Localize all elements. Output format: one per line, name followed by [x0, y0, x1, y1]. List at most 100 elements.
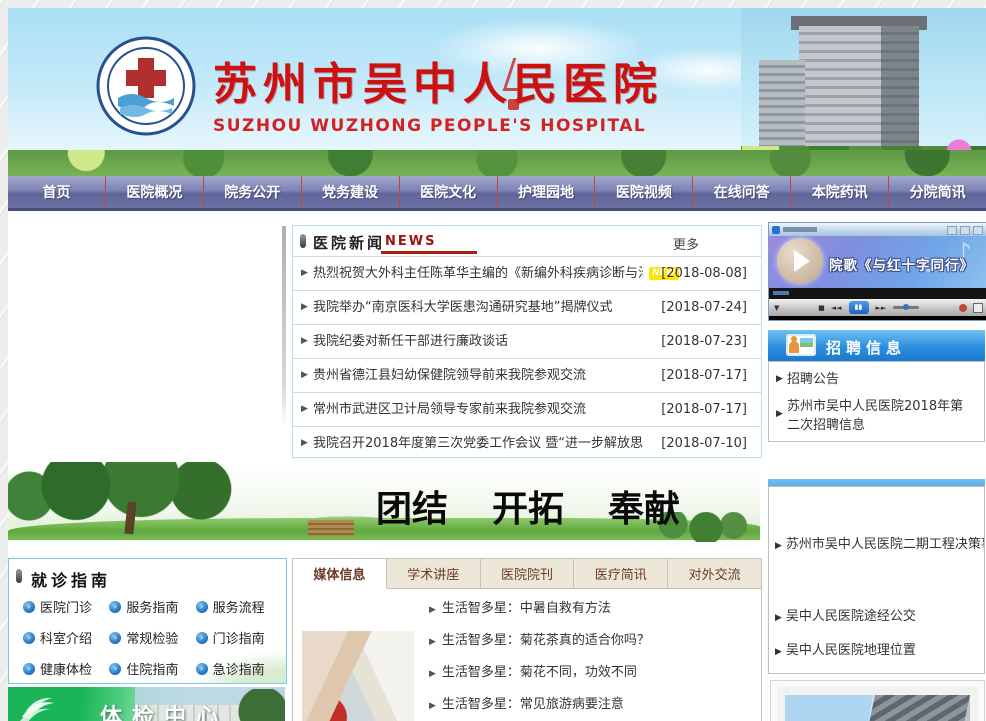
- settings-toggle-icon[interactable]: [973, 303, 983, 313]
- media-link[interactable]: 生活智多星：菊花不同，功效不同: [442, 665, 637, 680]
- player-screen[interactable]: ♪ ♫ 院歌《与红十字同行》: [769, 236, 986, 288]
- trees-strip: [8, 150, 986, 176]
- media-item[interactable]: ▶生活智多星：菊花茶真的适合你吗？: [429, 625, 749, 657]
- announcement-link[interactable]: 吴中人民医院途经公交: [786, 609, 916, 624]
- arrow-icon: ▶: [776, 370, 783, 389]
- nav-item-video[interactable]: 医院视频: [594, 176, 692, 208]
- guide-item-outpatient-guide[interactable]: ›门诊指南: [196, 628, 282, 647]
- circle-arrow-icon: ›: [196, 601, 208, 613]
- news-link[interactable]: 我院举办“南京医科大学医患沟通研究基地”揭牌仪式: [313, 291, 612, 324]
- news-title: 医院新闻: [313, 232, 385, 253]
- guide-item-health-checkup[interactable]: ›健康体检: [23, 659, 109, 678]
- recruit-item[interactable]: ▶ 苏州市吴中人民医院2018年第二次招聘信息: [769, 389, 984, 435]
- announcement-link[interactable]: 吴中人民医院地理位置: [786, 643, 916, 658]
- news-row: ▶ 常州市武进区卫计局领导专家前来我院参观交流 [2018-07-17]: [293, 393, 761, 427]
- tab-academic-lectures[interactable]: 学术讲座: [387, 559, 481, 588]
- previous-icon[interactable]: ◄◄: [831, 304, 842, 312]
- news-link[interactable]: 热烈祝贺大外科主任陈革华主编的《新编外科疾病诊断与治: [313, 257, 643, 290]
- site-header: 苏州市吴中人民医院 SUZHOU WUZHONG PEOPLE'S HOSPIT…: [8, 8, 986, 176]
- slogan-word: 奉献: [608, 480, 680, 532]
- guide-item-service-guide[interactable]: ›服务指南: [109, 597, 195, 616]
- bench-decoration: [308, 520, 354, 536]
- nav-item-pharmacy[interactable]: 本院药讯: [790, 176, 888, 208]
- circle-arrow-icon: ›: [109, 601, 121, 613]
- circle-arrow-icon: ›: [23, 632, 35, 644]
- stop-icon[interactable]: ■: [818, 304, 825, 312]
- media-link[interactable]: 生活智多星：菊花茶真的适合你吗？: [442, 633, 650, 648]
- announcement-item[interactable]: ▶ 苏州市吴中人民医院二期工程决策事: [775, 533, 985, 552]
- playlist-icon[interactable]: ▼: [774, 304, 779, 312]
- news-link[interactable]: 常州市武进区卫计局领导专家前来我院参观交流: [313, 393, 586, 426]
- tab-hospital-journal[interactable]: 医院院刊: [481, 559, 575, 588]
- recruit-link[interactable]: 招聘公告: [787, 372, 839, 387]
- guide-item-departments[interactable]: › 科室介绍: [23, 628, 109, 647]
- news-row: ▶ 我院纪委对新任干部进行廉政谈话 [2018-07-23]: [293, 325, 761, 359]
- next-icon[interactable]: ►►: [876, 304, 887, 312]
- info-tabs-panel: 媒体信息 学术讲座 医院院刊 医疗简讯 对外交流 ▶生活智多星：中暑自救有方法 …: [292, 558, 762, 721]
- circle-arrow-icon: ›: [196, 632, 208, 644]
- nav-item-culture[interactable]: 医院文化: [399, 176, 497, 208]
- news-more-link[interactable]: 更多: [673, 234, 699, 253]
- bird-logo-icon: [18, 695, 58, 721]
- news-link[interactable]: 我院召开2018年度第三次党委工作会议 暨“进一步解放思想: [313, 427, 643, 460]
- checkup-center-banner[interactable]: 体检中心: [8, 687, 285, 721]
- announcement-link[interactable]: 苏州市吴中人民医院二期工程决策事: [786, 537, 985, 552]
- announcement-item[interactable]: ▶吴中人民医院地理位置: [775, 639, 916, 658]
- record-icon[interactable]: [959, 304, 967, 312]
- nav-item-nursing[interactable]: 护理园地: [497, 176, 595, 208]
- guide-item-emergency-guide[interactable]: ›急诊指南: [196, 659, 282, 678]
- guide-label: 科室介绍: [40, 628, 92, 647]
- guide-item-inpatient-guide[interactable]: ›住院指南: [109, 659, 195, 678]
- arrow-icon: ▶: [775, 541, 782, 551]
- player-logo-icon: [772, 226, 780, 234]
- announcement-item[interactable]: ▶吴中人民医院途经公交: [775, 605, 916, 624]
- guide-label: 医院门诊: [40, 597, 92, 616]
- player-status-strip: [769, 288, 986, 299]
- close-icon[interactable]: [973, 226, 983, 235]
- volume-slider[interactable]: [893, 306, 919, 309]
- media-item[interactable]: ▶ 生活智多星：菊花不同，功效不同: [429, 657, 749, 689]
- news-link[interactable]: 我院纪委对新任干部进行廉政谈话: [313, 325, 508, 358]
- nav-item-overview[interactable]: 医院概况: [105, 176, 203, 208]
- guide-grid: ›医院门诊 ›服务指南 ›服务流程 ›科室介绍 ›常规检验 ›门诊指南 ›健康体…: [9, 591, 286, 678]
- arrow-icon: ▶: [429, 669, 436, 679]
- arrow-icon: ▶: [776, 405, 783, 424]
- guide-item-outpatient[interactable]: › 医院门诊: [23, 597, 109, 616]
- slideshow-area[interactable]: [8, 218, 287, 458]
- tab-media-info[interactable]: 媒体信息: [293, 559, 387, 589]
- news-link[interactable]: 贵州省德江县妇幼保健院领导前来我院参观交流: [313, 359, 586, 392]
- media-item[interactable]: ▶生活智多星：中暑自救有方法: [429, 593, 749, 625]
- nav-item-branch[interactable]: 分院简讯: [888, 176, 986, 208]
- tab-external-exchange[interactable]: 对外交流: [668, 559, 761, 588]
- media-item[interactable]: ▶生活智多星：常见旅游病要注意: [429, 689, 749, 721]
- guide-label: 健康体检: [40, 659, 92, 678]
- guide-title: 就诊指南: [31, 567, 111, 591]
- video-player: ♪ ♫ 院歌《与红十字同行》 ▼ ■ ◄◄ ▮▮ ►►: [768, 222, 986, 321]
- news-date: [2018-07-17]: [661, 393, 747, 426]
- tab-medical-briefs[interactable]: 医疗简讯: [574, 559, 668, 588]
- hospital-intro-card[interactable]: 医院简介: [770, 680, 985, 721]
- slogan-text: 团结 开拓 奉献: [376, 480, 680, 532]
- media-link[interactable]: 生活智多星：常见旅游病要注意: [442, 697, 624, 712]
- nav-item-affairs[interactable]: 院务公开: [203, 176, 301, 208]
- main-nav: 首页 医院概况 院务公开 党务建设 医院文化 护理园地 医院视频 在线问答 本院…: [8, 176, 986, 211]
- recruit-link[interactable]: 苏州市吴中人民医院2018年第二次招聘信息: [787, 399, 963, 433]
- media-link[interactable]: 生活智多星：中暑自救有方法: [442, 601, 611, 616]
- play-button[interactable]: [777, 238, 823, 284]
- nav-item-qa[interactable]: 在线问答: [692, 176, 790, 208]
- pause-button[interactable]: ▮▮: [849, 301, 869, 314]
- maximize-icon[interactable]: [960, 226, 970, 235]
- circle-arrow-icon: ›: [23, 601, 35, 613]
- player-name-text: [783, 227, 817, 232]
- hospital-logo: [96, 36, 196, 136]
- nav-item-home[interactable]: 首页: [8, 176, 105, 208]
- site-title: 苏州市吴中人民医院 SUZHOU WUZHONG PEOPLE'S HOSPIT…: [213, 48, 663, 136]
- recruit-panel: ▶ 招聘公告 ▶ 苏州市吴中人民医院2018年第二次招聘信息: [768, 361, 985, 442]
- nav-item-party[interactable]: 党务建设: [301, 176, 399, 208]
- slogan-banner: 团结 开拓 奉献: [8, 462, 760, 546]
- volume-handle[interactable]: [903, 304, 909, 310]
- guide-item-routine-tests[interactable]: ›常规检验: [109, 628, 195, 647]
- recruit-item[interactable]: ▶ 招聘公告: [769, 362, 984, 389]
- guide-item-service-flow[interactable]: ›服务流程: [196, 597, 282, 616]
- minimize-icon[interactable]: [947, 226, 957, 235]
